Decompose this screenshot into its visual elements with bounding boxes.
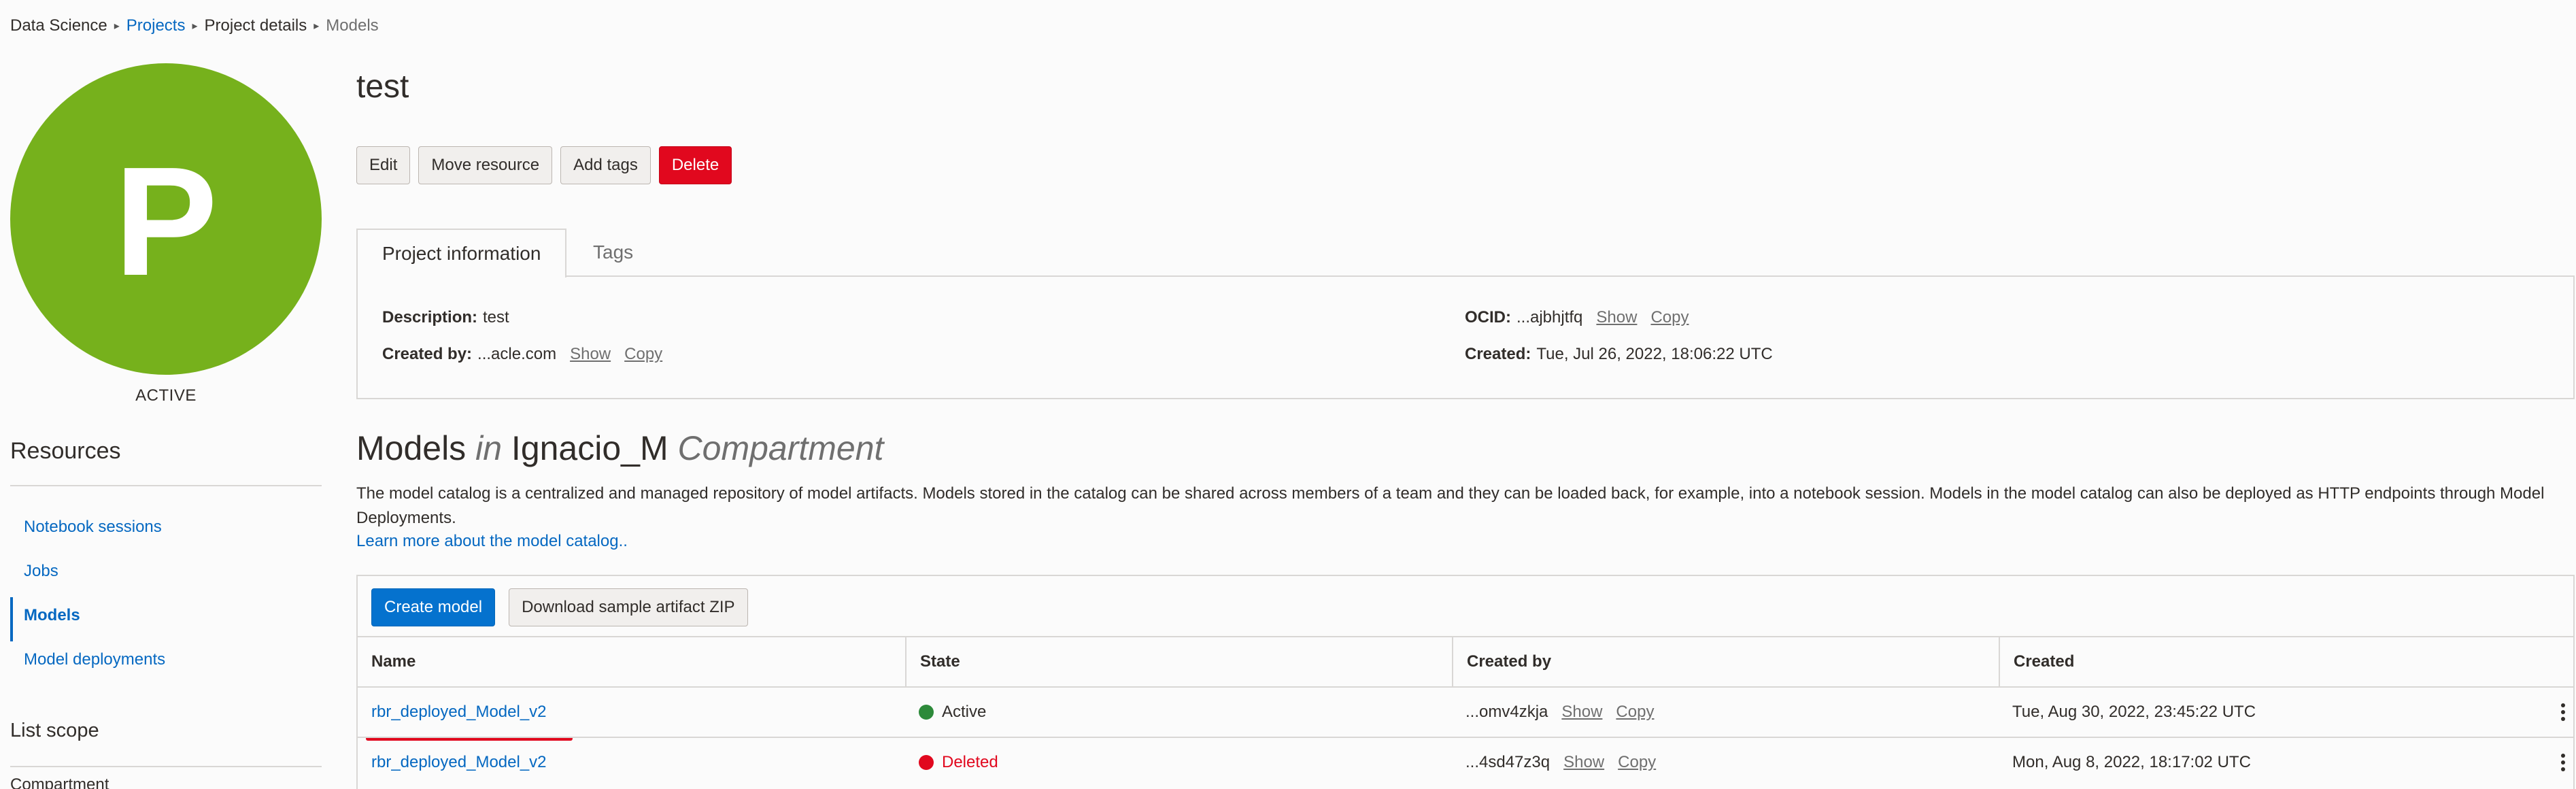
- model-state: Deleted: [942, 753, 998, 771]
- model-name-link[interactable]: rbr_deployed_Model_v2: [371, 753, 547, 772]
- table-header-row: Name State Created by Created: [358, 636, 2575, 686]
- row-actions-kebab-icon[interactable]: [2561, 754, 2565, 771]
- description-row: Description: test: [382, 308, 509, 327]
- breadcrumb: Data Science ▸ Projects ▸ Project detail…: [10, 16, 379, 35]
- breadcrumb-models: Models: [326, 16, 379, 35]
- created-by-copy-link[interactable]: Copy: [1616, 703, 1654, 722]
- project-status: ACTIVE: [135, 386, 197, 405]
- breadcrumb-project-details[interactable]: Project details: [205, 16, 307, 35]
- created-by-show-link[interactable]: Show: [570, 345, 611, 364]
- ocid-value: ...ajbhjtfq: [1516, 308, 1583, 326]
- create-model-button[interactable]: Create model: [371, 588, 496, 626]
- tab-tags[interactable]: Tags: [569, 229, 658, 276]
- breadcrumb-projects[interactable]: Projects: [126, 16, 186, 35]
- model-created-by-cell: ...omv4zkja Show Copy: [1452, 688, 1999, 737]
- models-heading-main: Models: [356, 429, 467, 467]
- row-actions-kebab-icon[interactable]: [2561, 703, 2565, 721]
- resources-nav: Notebook sessions Jobs Models Model depl…: [10, 509, 322, 686]
- column-header-name[interactable]: Name: [358, 637, 905, 686]
- chevron-right-icon: ▸: [114, 20, 120, 32]
- table-row: rbr_deployed_Model_v2 Active ...omv4zkja…: [358, 686, 2575, 741]
- add-tags-button[interactable]: Add tags: [560, 146, 651, 184]
- model-state: Active: [942, 703, 987, 721]
- chevron-right-icon: ▸: [313, 20, 320, 32]
- model-name-cell: rbr_deployed_Model_v2: [358, 688, 905, 741]
- learn-more-link[interactable]: Learn more about the model catalog..: [356, 532, 628, 551]
- created-by-copy-link[interactable]: Copy: [1618, 753, 1656, 772]
- state-active-icon: [919, 705, 934, 720]
- resources-title: Resources: [10, 438, 121, 464]
- edit-button[interactable]: Edit: [356, 146, 411, 184]
- column-header-state[interactable]: State: [905, 637, 1452, 686]
- ocid-label: OCID:: [1465, 308, 1511, 326]
- tab-project-information[interactable]: Project information: [356, 229, 567, 278]
- model-state-cell: Active: [905, 688, 1452, 737]
- model-created-cell: Mon, Aug 8, 2022, 18:17:02 UTC: [1999, 738, 2575, 787]
- ocid-show-link[interactable]: Show: [1596, 308, 1637, 327]
- sidebar-item-jobs[interactable]: Jobs: [10, 553, 322, 597]
- models-heading-compartment-name: Ignacio_M: [511, 429, 668, 467]
- table-toolbar: Create model Download sample artifact ZI…: [371, 588, 748, 626]
- table-row: rbr_deployed_Model_v2 Deleted ...4sd47z3…: [358, 737, 2575, 787]
- created-by-row: Created by: ...acle.com Show Copy: [382, 345, 662, 364]
- created-by-label: Created by:: [382, 345, 473, 363]
- list-scope-title: List scope: [10, 720, 99, 741]
- column-header-created[interactable]: Created: [1999, 637, 2575, 686]
- models-table-panel: Create model Download sample artifact ZI…: [356, 575, 2575, 789]
- created-row: Created: Tue, Jul 26, 2022, 18:06:22 UTC: [1465, 345, 1773, 364]
- created-label: Created:: [1465, 345, 1531, 363]
- breadcrumb-data-science[interactable]: Data Science: [10, 16, 107, 35]
- delete-button[interactable]: Delete: [658, 146, 732, 184]
- created-value: Tue, Jul 26, 2022, 18:06:22 UTC: [1536, 345, 1773, 363]
- model-created: Tue, Aug 30, 2022, 23:45:22 UTC: [2012, 703, 2256, 721]
- resources-divider: [10, 485, 322, 486]
- created-by-show-link[interactable]: Show: [1561, 703, 1602, 722]
- model-created-by: ...4sd47z3q: [1465, 753, 1550, 771]
- project-avatar: P: [10, 63, 322, 375]
- sidebar-item-models[interactable]: Models: [10, 597, 322, 641]
- model-name-link[interactable]: rbr_deployed_Model_v2: [371, 703, 547, 722]
- column-header-created-by[interactable]: Created by: [1452, 637, 1999, 686]
- created-by-show-link[interactable]: Show: [1563, 753, 1604, 772]
- sidebar-item-model-deployments[interactable]: Model deployments: [10, 641, 322, 686]
- project-info-panel: Description: test Created by: ...acle.co…: [356, 275, 2575, 399]
- description-value: test: [483, 308, 509, 326]
- created-by-value: ...acle.com: [477, 345, 557, 363]
- sidebar-item-notebook-sessions[interactable]: Notebook sessions: [10, 509, 322, 553]
- model-state-cell: Deleted: [905, 738, 1452, 787]
- download-sample-artifact-button[interactable]: Download sample artifact ZIP: [509, 588, 748, 626]
- models-heading: Models in Ignacio_M Compartment: [356, 429, 883, 468]
- models-heading-in: in: [475, 429, 503, 467]
- page-title: test: [356, 69, 409, 105]
- models-table: Name State Created by Created rbr_deploy…: [358, 636, 2575, 787]
- model-created-cell: Tue, Aug 30, 2022, 23:45:22 UTC: [1999, 688, 2575, 737]
- tab-strip: Project information Tags: [356, 229, 2576, 278]
- ocid-copy-link[interactable]: Copy: [1650, 308, 1689, 327]
- model-created-by: ...omv4zkja: [1465, 703, 1548, 721]
- move-resource-button[interactable]: Move resource: [418, 146, 553, 184]
- models-description: The model catalog is a centralized and m…: [356, 484, 2545, 527]
- description-label: Description:: [382, 308, 478, 326]
- chevron-right-icon: ▸: [192, 20, 198, 32]
- model-created-by-cell: ...4sd47z3q Show Copy: [1452, 738, 1999, 787]
- models-heading-compartment: Compartment: [677, 429, 884, 467]
- compartment-label: Compartment: [10, 775, 109, 789]
- action-row: Edit Move resource Add tags Delete: [356, 146, 732, 184]
- list-scope-divider: [10, 766, 322, 767]
- model-name-cell: rbr_deployed_Model_v2: [358, 738, 905, 787]
- avatar-letter: P: [114, 135, 218, 308]
- state-deleted-icon: [919, 755, 934, 770]
- model-created: Mon, Aug 8, 2022, 18:17:02 UTC: [2012, 753, 2251, 771]
- created-by-copy-link[interactable]: Copy: [624, 345, 662, 364]
- ocid-row: OCID: ...ajbhjtfq Show Copy: [1465, 308, 1689, 327]
